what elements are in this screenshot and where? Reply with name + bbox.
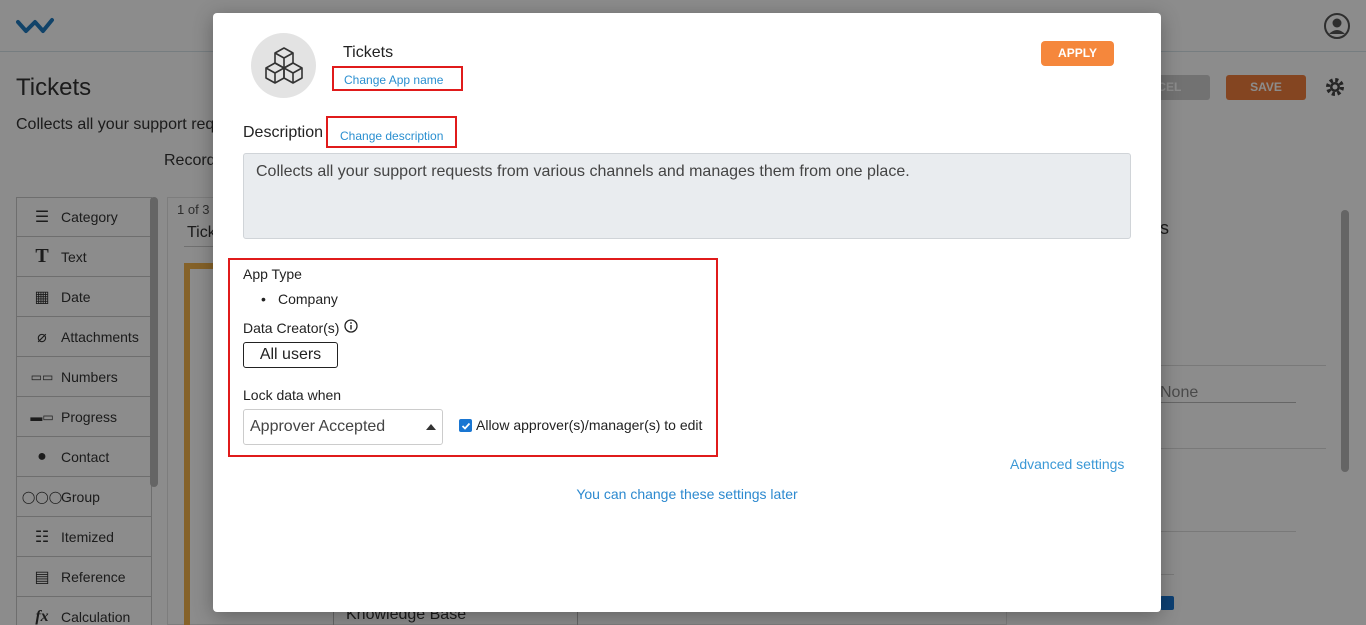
apply-button[interactable]: APPLY [1041, 41, 1114, 66]
data-creators-button[interactable]: All users [243, 342, 338, 368]
description-textarea[interactable]: Collects all your support requests from … [243, 153, 1131, 239]
description-label: Description [243, 124, 324, 141]
caret-up-icon [426, 424, 436, 430]
allow-edit-checkbox[interactable] [459, 419, 472, 432]
info-icon[interactable] [344, 319, 358, 338]
lock-data-label: Lock data when [243, 387, 342, 403]
app-settings-modal: Tickets Change App name APPLY Descriptio… [213, 13, 1161, 612]
change-description-link[interactable]: Change description [340, 129, 443, 143]
change-app-name-link[interactable]: Change App name [344, 73, 443, 87]
lock-data-value: Approver Accepted [250, 418, 386, 435]
change-later-note: You can change these settings later [576, 486, 798, 502]
cubes-icon [264, 46, 303, 84]
allow-edit-label[interactable]: Allow approver(s)/manager(s) to edit [476, 417, 702, 433]
app-name: Tickets [343, 44, 394, 61]
data-creators-label: Data Creator(s) [243, 320, 340, 336]
app-type-label: App Type [243, 266, 302, 282]
change-app-name-highlight: Change App name [332, 66, 463, 91]
app-type-value: Company [261, 291, 338, 307]
lock-data-select[interactable]: Approver Accepted [243, 409, 443, 445]
change-description-highlight: Change description [326, 116, 457, 148]
advanced-settings-link[interactable]: Advanced settings [1010, 456, 1124, 472]
app-icon[interactable] [251, 33, 316, 98]
